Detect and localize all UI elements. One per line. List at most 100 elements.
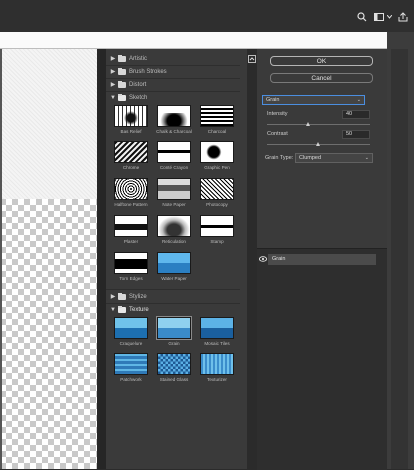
thumbnail xyxy=(200,215,234,237)
filter-thumb[interactable]: Conté Crayon xyxy=(156,141,192,170)
thumbnail xyxy=(200,317,234,339)
thumbnail xyxy=(200,141,234,163)
filter-thumb[interactable]: Plaster xyxy=(113,215,149,244)
filter-thumb-selected[interactable]: Grain xyxy=(156,316,192,346)
filter-thumb[interactable]: Chalk & Charcoal xyxy=(156,105,192,134)
collapse-icon: ▼ xyxy=(110,94,116,101)
preview-canvas[interactable] xyxy=(0,49,97,469)
filter-label: Stained Glass xyxy=(159,377,189,382)
filter-thumb[interactable]: Torn Edges xyxy=(113,252,149,281)
workspace-icon[interactable] xyxy=(374,12,384,22)
collapse-icon: ▼ xyxy=(110,306,116,313)
canvas-edge xyxy=(0,49,2,469)
cancel-button[interactable]: Cancel xyxy=(270,73,373,83)
filter-label: Mosaic Tiles xyxy=(204,341,230,346)
category-label: Brush Strokes xyxy=(129,68,167,75)
thumbnail xyxy=(114,353,148,375)
thumbnail xyxy=(157,141,191,163)
filter-label: Halftone Pattern xyxy=(114,202,148,207)
expand-icon: ▶ xyxy=(110,69,116,75)
thumbnail xyxy=(114,317,148,339)
gallery-scrollbar[interactable] xyxy=(97,49,106,469)
filter-select[interactable]: Grain ⌄ xyxy=(262,95,365,105)
folder-icon xyxy=(118,67,126,75)
panel-dock xyxy=(391,49,408,469)
filter-label: Reticulation xyxy=(161,239,186,244)
filter-thumb[interactable]: Patchwork xyxy=(113,353,149,382)
thumbnail xyxy=(157,353,191,375)
collapse-gallery-icon[interactable] xyxy=(248,55,256,63)
filter-thumb[interactable]: Stained Glass xyxy=(156,353,192,382)
eye-icon[interactable] xyxy=(259,256,267,262)
filter-thumb[interactable]: Charcoal xyxy=(199,105,235,134)
filter-label: Grain xyxy=(168,341,180,346)
share-icon[interactable] xyxy=(398,12,408,22)
chevron-down-icon[interactable] xyxy=(387,15,392,19)
intensity-slider[interactable] xyxy=(267,124,370,125)
category-label: Texture xyxy=(129,306,149,313)
thumbnail xyxy=(157,178,191,200)
filter-thumb[interactable]: Chrome xyxy=(113,141,149,170)
category-stylize[interactable]: ▶ Stylize xyxy=(109,291,239,302)
contrast-label: Contrast xyxy=(267,131,288,137)
grain-type-select[interactable]: Clumped ⌄ xyxy=(295,153,373,163)
category-label: Stylize xyxy=(129,293,147,300)
filter-thumb[interactable]: Graphic Pen xyxy=(199,141,235,170)
effect-layer-row[interactable]: Grain xyxy=(268,254,376,265)
intensity-input[interactable]: 40 xyxy=(342,110,370,119)
gallery-toggle-strip xyxy=(247,49,257,469)
grain-type-label: Grain Type: xyxy=(265,155,294,161)
ok-button[interactable]: OK xyxy=(270,56,373,66)
filter-label: Graphic Pen xyxy=(204,165,230,170)
grain-type-value: Clumped xyxy=(299,155,322,161)
thumbnail xyxy=(114,215,148,237)
category-sketch[interactable]: ▼ Sketch xyxy=(109,92,239,103)
filter-label: Plaster xyxy=(123,239,139,244)
filter-thumb[interactable]: Photocopy xyxy=(199,178,235,207)
category-texture[interactable]: ▼ Texture xyxy=(109,304,239,315)
thumbnail xyxy=(200,105,234,127)
expand-icon: ▶ xyxy=(110,82,116,88)
contrast-input[interactable]: 50 xyxy=(342,130,370,139)
filter-label: Craquelure xyxy=(119,341,143,346)
filter-label: Torn Edges xyxy=(119,276,143,281)
filter-thumb[interactable]: Bas Relief xyxy=(113,105,149,134)
filter-label: Chrome xyxy=(122,165,140,170)
thumbnail xyxy=(157,252,191,274)
filter-thumb[interactable]: Note Paper xyxy=(156,178,192,207)
filter-gallery: ▶ Artistic ▶ Brush Strokes ▶ Distort ▼ S… xyxy=(97,49,247,469)
thumbnail xyxy=(156,316,192,340)
document-strip xyxy=(0,32,414,49)
intensity-slider-knob[interactable] xyxy=(306,122,310,126)
chevron-down-icon: ⌄ xyxy=(356,97,361,103)
category-artistic[interactable]: ▶ Artistic xyxy=(109,53,239,64)
filter-thumb[interactable]: Water Paper xyxy=(156,252,192,281)
filter-select-value: Grain xyxy=(266,97,280,103)
filter-thumb[interactable]: Halftone Pattern xyxy=(113,178,149,207)
filter-thumb[interactable]: Reticulation xyxy=(156,215,192,244)
filter-label: Conté Crayon xyxy=(159,165,189,170)
thumbnail xyxy=(157,105,191,127)
folder-open-icon xyxy=(118,93,126,101)
category-distort[interactable]: ▶ Distort xyxy=(109,79,239,90)
thumbnail xyxy=(114,105,148,127)
category-brush-strokes[interactable]: ▶ Brush Strokes xyxy=(109,66,239,77)
filter-label: Photocopy xyxy=(206,202,228,207)
search-icon[interactable] xyxy=(357,12,367,22)
category-label: Sketch xyxy=(129,94,148,101)
filter-thumb[interactable]: Texturizer xyxy=(199,353,235,382)
filter-label: Patchwork xyxy=(120,377,142,382)
filter-label: Charcoal xyxy=(207,129,227,134)
filter-thumb[interactable]: Craquelure xyxy=(113,317,149,346)
folder-open-icon xyxy=(118,305,126,313)
folder-icon xyxy=(118,54,126,62)
filter-thumb[interactable]: Mosaic Tiles xyxy=(199,317,235,346)
filter-label: Chalk & Charcoal xyxy=(156,129,192,134)
filter-thumb[interactable]: Stamp xyxy=(199,215,235,244)
thumbnail xyxy=(114,141,148,163)
contrast-slider-knob[interactable] xyxy=(316,142,320,146)
filter-label: Water Paper xyxy=(161,276,187,281)
filter-label: Stamp xyxy=(210,239,224,244)
thumbnail xyxy=(200,353,234,375)
category-label: Artistic xyxy=(129,55,147,62)
